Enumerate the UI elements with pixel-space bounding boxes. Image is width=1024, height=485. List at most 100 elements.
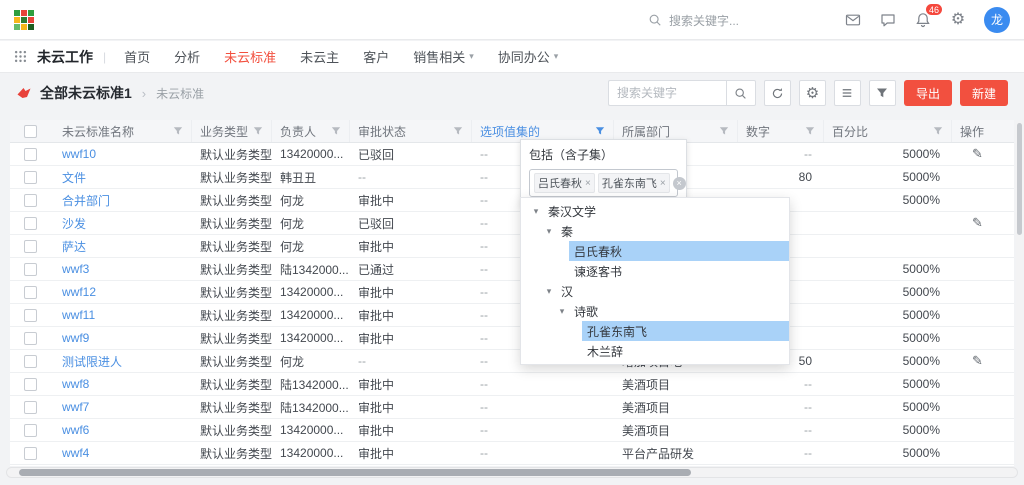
row-checkbox[interactable] [24,286,37,299]
row-checkbox[interactable] [24,447,37,460]
view-title[interactable]: 全部未云标准1 [40,83,132,103]
nav-item-2[interactable]: 分析 [174,47,200,66]
list-search-button[interactable] [726,80,756,106]
cell-optionset: -- [472,423,614,437]
global-search[interactable]: 搜索关键字... [648,0,739,40]
row-checkbox[interactable] [24,240,37,253]
remove-tag-icon[interactable]: × [660,178,666,189]
cell-name[interactable]: wwf6 [54,423,192,437]
apps-grid-icon[interactable] [14,50,27,63]
refresh-icon[interactable] [764,80,791,106]
row-checkbox[interactable] [24,332,37,345]
row-checkbox[interactable] [24,378,37,391]
filter-icon[interactable] [933,126,943,136]
table-row: 沙发默认业务类型何龙已驳回--✎ [10,212,1014,235]
list-search-input[interactable] [608,80,726,106]
column-header-percent[interactable]: 百分比 [824,120,952,142]
cell-name[interactable]: 沙发 [54,215,192,232]
notifications-bell-icon[interactable]: 46 [914,11,932,29]
horizontal-scrollbar[interactable] [6,467,1018,478]
nav-divider: | [103,50,106,64]
workspace-title[interactable]: 未云工作 [37,47,93,67]
cell-type: 默认业务类型 [192,330,272,347]
tree-node[interactable]: ▾秦汉文学 [521,201,789,221]
filter-icon[interactable] [173,126,183,136]
column-header-number[interactable]: 数字 [738,120,824,142]
cell-name[interactable]: wwf7 [54,400,192,414]
tree-node[interactable]: ▾诗歌 [521,301,789,321]
tree-node[interactable]: ▾秦 [521,221,789,241]
horizontal-scrollbar-thumb[interactable] [19,469,691,476]
cell-number: 80 [738,170,824,184]
cell-name[interactable]: wwf4 [54,446,192,460]
edit-icon[interactable]: ✎ [960,353,983,368]
caret-down-icon[interactable]: ▾ [529,206,543,217]
nav-item-5[interactable]: 客户 [363,47,389,66]
column-header-type[interactable]: 业务类型 [192,120,272,142]
cell-name[interactable]: 文件 [54,169,192,186]
clear-tags-icon[interactable]: × [673,177,686,190]
cell-approval: 审批中 [350,284,472,301]
cell-name[interactable]: 测试限进人 [54,353,192,370]
nav-item-4[interactable]: 未云主 [300,47,339,66]
avatar[interactable]: 龙 [984,7,1010,33]
row-checkbox[interactable] [24,194,37,207]
caret-down-icon[interactable]: ▾ [542,286,556,297]
chat-icon[interactable] [879,11,897,29]
caret-down-icon[interactable]: ▾ [542,226,556,237]
column-header-action[interactable]: 操作 [952,120,1014,142]
tree-node[interactable]: 木兰辞 [521,341,789,361]
nav-item-6[interactable]: 销售相关▾ [413,47,474,66]
nav-item-3[interactable]: 未云标准 [224,47,276,66]
tree-node[interactable]: ▾汉 [521,281,789,301]
tree-node[interactable]: 吕氏春秋 [521,241,789,261]
app-logo-icon[interactable] [14,10,34,30]
nav-item-7[interactable]: 协同办公▾ [498,47,559,66]
row-checkbox[interactable] [24,217,37,230]
gear-icon[interactable]: ⚙ [949,11,967,29]
column-header-name[interactable]: 未云标准名称 [54,120,192,142]
list-view-icon[interactable] [834,80,861,106]
vertical-scrollbar-thumb[interactable] [1017,123,1022,235]
table-settings-gear-icon[interactable]: ⚙ [799,80,826,106]
select-all-checkbox[interactable] [24,125,37,138]
cell-name[interactable]: 萨达 [54,238,192,255]
vertical-scrollbar[interactable] [1016,121,1023,465]
filter-icon[interactable] [331,126,341,136]
row-checkbox[interactable] [24,424,37,437]
create-button[interactable]: 新建 [960,80,1008,106]
edit-icon[interactable]: ✎ [960,146,983,161]
row-checkbox[interactable] [24,355,37,368]
cell-name[interactable]: wwf8 [54,377,192,391]
remove-tag-icon[interactable]: × [585,178,591,189]
column-header-owner[interactable]: 负责人 [272,120,350,142]
filter-tag-input[interactable]: 吕氏春秋×孔雀东南飞×× [529,169,678,197]
row-checkbox-cell [10,286,54,299]
mail-icon[interactable] [844,11,862,29]
cell-name[interactable]: 合并部门 [54,192,192,209]
filter-icon[interactable] [805,126,815,136]
filter-icon[interactable] [253,126,263,136]
filter-funnel-icon[interactable] [869,80,896,106]
row-checkbox[interactable] [24,171,37,184]
filter-icon[interactable] [595,126,605,136]
caret-down-icon[interactable]: ▾ [555,306,569,317]
cell-name[interactable]: wwf9 [54,331,192,345]
filter-icon[interactable] [453,126,463,136]
edit-icon[interactable]: ✎ [960,215,983,230]
cell-name[interactable]: wwf3 [54,262,192,276]
cell-name[interactable]: wwf12 [54,285,192,299]
row-checkbox[interactable] [24,401,37,414]
cell-name[interactable]: wwf11 [54,308,192,322]
column-header-approval[interactable]: 审批状态 [350,120,472,142]
row-checkbox[interactable] [24,263,37,276]
filter-icon[interactable] [719,126,729,136]
row-checkbox[interactable] [24,309,37,322]
export-button[interactable]: 导出 [904,80,952,106]
tree-node[interactable]: 孔雀东南飞 [521,321,789,341]
nav-item-1[interactable]: 首页 [124,47,150,66]
tree-node[interactable]: 谏逐客书 [521,261,789,281]
cell-name[interactable]: wwf10 [54,147,192,161]
tree-node-label: 汉 [556,281,789,301]
row-checkbox[interactable] [24,148,37,161]
